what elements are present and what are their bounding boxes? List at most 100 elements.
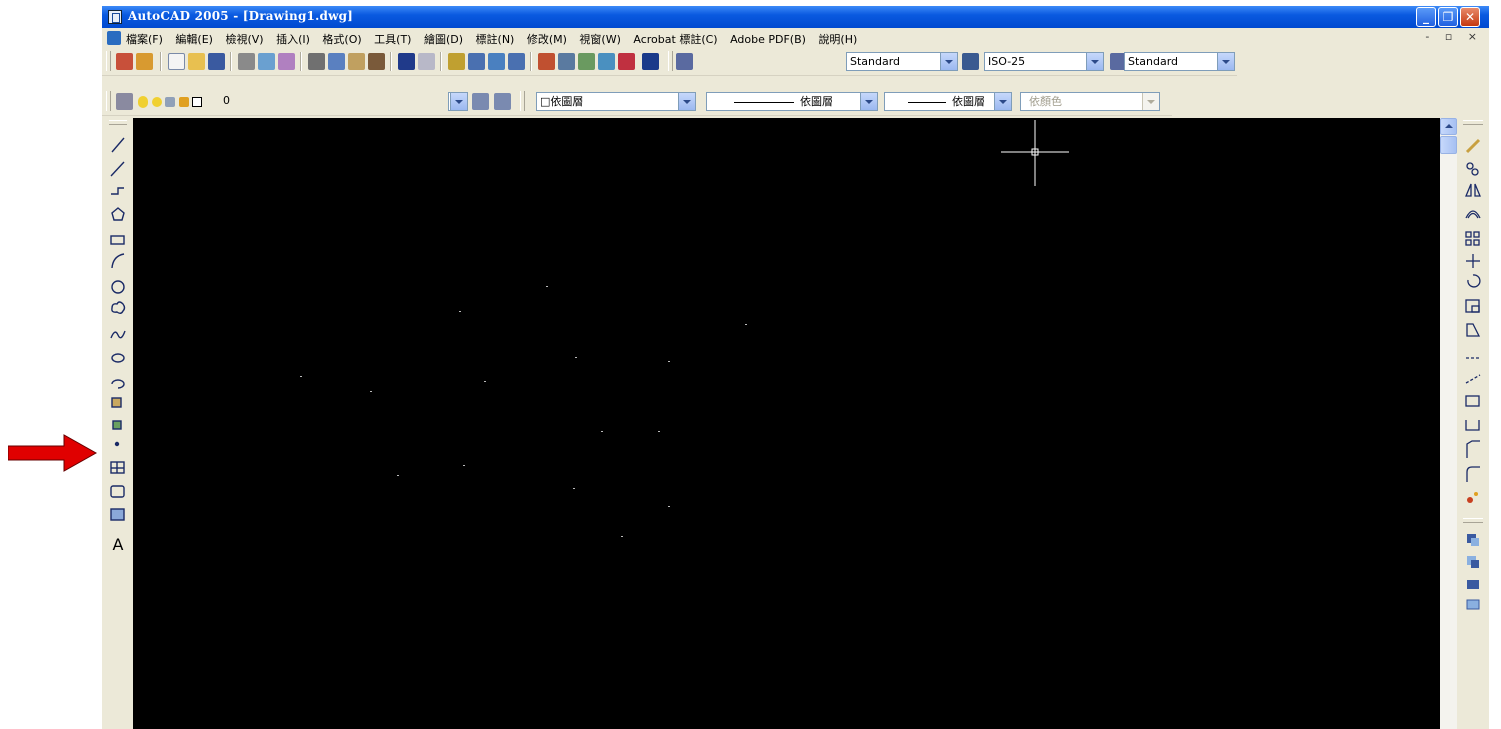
menu-file[interactable]: 檔案(F) [126,33,163,46]
color-select[interactable]: □依圖層 [536,92,696,111]
insert-block-icon [111,397,122,408]
plot-preview-icon[interactable] [258,53,275,70]
menu-adobe-pdf[interactable]: Adobe PDF(B) [730,33,806,46]
design-center-icon[interactable] [558,53,575,70]
revision-cloud-icon [111,301,126,314]
dimension-style-select[interactable]: ISO-25 [984,52,1104,71]
layer-state-icons [138,93,228,110]
sheet-set-manager-icon[interactable] [598,53,615,70]
today-icon[interactable] [136,53,153,70]
menu-modify[interactable]: 修改(M) [527,33,567,46]
hatch-icon [110,461,125,474]
publish-icon[interactable] [278,53,295,70]
break-at-point-icon [1465,395,1480,407]
table-style-select[interactable]: Standard [1124,52,1235,71]
bring-above-icon [1467,580,1479,589]
drawing-tool-icon[interactable] [116,53,133,70]
restore-button[interactable]: ❐ [1438,7,1458,27]
rotate-icon [1467,274,1481,288]
scroll-thumb[interactable] [1440,136,1457,154]
cut-icon[interactable] [308,53,325,70]
menu-tools[interactable]: 工具(T) [374,33,411,46]
vertical-scrollbar[interactable] [1440,118,1457,729]
chevron-down-icon[interactable] [1217,53,1234,70]
zoom-window-icon[interactable] [488,53,505,70]
multiline-text-icon[interactable]: A [109,536,127,554]
layer-dropdown[interactable] [448,92,468,111]
menu-dimension[interactable]: 標註(N) [476,33,515,46]
minimize-button[interactable]: _ [1416,7,1436,27]
draw-toolbar: A [106,118,130,729]
paste-icon[interactable] [348,53,365,70]
menu-format[interactable]: 格式(O) [322,33,361,46]
linetype-select[interactable]: 依圖層 [706,92,878,111]
match-properties-icon[interactable] [368,53,385,70]
properties-toolbar-grip[interactable] [520,91,525,111]
menu-edit[interactable]: 編輯(E) [175,33,213,46]
chevron-down-icon[interactable] [860,93,877,110]
stretch-icon [1466,323,1481,337]
draworder-toolbar-grip[interactable] [1463,518,1483,523]
layer-manager-icon[interactable] [116,93,133,110]
undo-icon[interactable] [398,53,415,70]
menu-draw[interactable]: 繪圖(D) [424,33,463,46]
pan-icon[interactable] [448,53,465,70]
layer-select[interactable]: 0 [220,92,450,111]
zoom-realtime-icon[interactable] [468,53,485,70]
chevron-down-icon[interactable] [450,93,467,110]
toolbar-grip[interactable] [1463,120,1483,125]
layer-previous-icon[interactable] [494,93,511,110]
extend-icon [1465,374,1481,384]
plot-icon[interactable] [238,53,255,70]
menu-items: 檔案(F) 編輯(E) 檢視(V) 插入(I) 格式(O) 工具(T) 繪圖(D… [126,31,866,47]
menu-view[interactable]: 檢視(V) [225,33,263,46]
menu-acrobat-markup[interactable]: Acrobat 標註(C) [633,33,717,46]
lineweight-select[interactable]: 依圖層 [884,92,1012,111]
chevron-down-icon[interactable] [678,93,695,110]
redo-icon[interactable] [418,53,435,70]
document-menu-icon[interactable] [107,31,121,45]
offset-icon [1465,210,1481,219]
properties-icon[interactable] [538,53,555,70]
save-icon[interactable] [208,53,225,70]
styles-toolbar-grip[interactable] [668,51,673,71]
title-bar[interactable]: AutoCAD 2005 - [Drawing1.dwg] _ ❐ ✕ [102,6,1489,28]
scroll-up-button[interactable] [1440,118,1457,135]
close-button[interactable]: ✕ [1460,7,1480,27]
table-icon [110,508,125,521]
polygon-icon [111,207,125,221]
chevron-down-icon[interactable] [940,53,957,70]
chevron-down-icon[interactable] [994,93,1011,110]
plot-style-value: 依顏色 [1029,95,1062,108]
new-file-icon[interactable] [168,53,185,70]
copy-clipboard-icon[interactable] [328,53,345,70]
send-to-back-icon [1467,556,1479,568]
autocad-app-icon[interactable] [108,10,122,24]
text-style-icon[interactable] [676,53,693,70]
make-object-layer-current-icon[interactable] [472,93,489,110]
text-style-select[interactable]: Standard [846,52,958,71]
menu-insert[interactable]: 插入(I) [276,33,310,46]
current-layer-value: 0 [223,94,230,107]
tool-palettes-icon[interactable] [578,53,595,70]
toolbar-grip[interactable] [106,91,111,111]
break-icon [1465,420,1480,431]
zoom-previous-icon[interactable] [508,53,525,70]
menu-help[interactable]: 說明(H) [818,33,857,46]
menu-window[interactable]: 視窗(W) [579,33,620,46]
chevron-down-icon[interactable] [1086,53,1103,70]
toolbar-grip[interactable] [106,51,111,71]
toolbar-grip[interactable] [109,120,127,125]
scale-icon [1465,299,1480,313]
mdi-controls[interactable]: - ▫ × [1425,30,1483,43]
chevron-down-icon [1142,93,1159,110]
color-value: □依圖層 [540,95,584,108]
line-icon [111,137,125,153]
markup-set-manager-icon[interactable] [618,53,635,70]
open-file-icon[interactable] [188,53,205,70]
autocad-window: AutoCAD 2005 - [Drawing1.dwg] _ ❐ ✕ 檔案(F… [102,6,1489,729]
window-title: AutoCAD 2005 - [Drawing1.dwg] [128,9,354,23]
dimension-style-icon[interactable] [962,53,979,70]
drawing-canvas[interactable] [133,118,1440,729]
help-icon[interactable] [642,53,659,70]
